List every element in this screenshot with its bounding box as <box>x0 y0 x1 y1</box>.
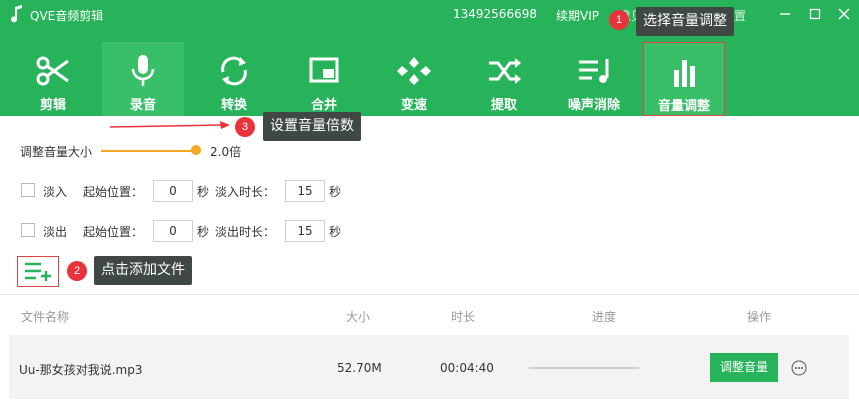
column-header-duration: 时长 <box>451 310 476 324</box>
fade-out-duration-input[interactable]: 15 <box>285 220 325 242</box>
microphone-icon <box>131 55 155 86</box>
fade-in-duration-input[interactable]: 15 <box>285 180 325 202</box>
maximize-icon[interactable] <box>806 5 824 23</box>
fade-out-duration-label: 淡出时长： <box>215 225 276 239</box>
callout-badge-2: 2 <box>67 261 87 281</box>
tool-label: 噪声消除 <box>567 98 620 113</box>
file-size: 52.70M <box>337 361 382 375</box>
fade-out-label: 淡出 <box>43 225 68 239</box>
column-header-progress: 进度 <box>592 310 617 324</box>
fade-in-duration-label: 淡入时长： <box>215 185 276 199</box>
tool-record[interactable]: 录音 <box>102 42 184 116</box>
tool-convert[interactable]: 转换 <box>193 42 275 116</box>
callout-badge-3: 3 <box>235 117 255 137</box>
volume-label: 调整音量大小 <box>20 145 93 159</box>
tool-extract[interactable]: 提取 <box>463 42 545 116</box>
fade-out-checkbox[interactable] <box>21 223 35 237</box>
close-icon[interactable] <box>835 5 853 23</box>
fade-in-start-label: 起始位置： <box>83 185 144 199</box>
tool-speed[interactable]: 变速 <box>373 42 455 116</box>
column-header-action: 操作 <box>747 310 772 324</box>
tool-label: 录音 <box>129 98 156 113</box>
minimize-icon[interactable] <box>776 5 794 23</box>
callout-arrow <box>109 121 230 129</box>
column-header-size: 大小 <box>346 310 371 324</box>
add-file-button[interactable] <box>17 256 59 287</box>
add-list-icon <box>25 262 51 281</box>
progress-bar <box>529 367 639 369</box>
fade-in-duration-unit: 秒 <box>329 185 342 199</box>
callout-tip-2: 点击添加文件 <box>94 256 192 285</box>
fade-in-start-input[interactable]: 0 <box>153 180 193 202</box>
callout-tip-3: 设置音量倍数 <box>263 112 361 141</box>
fade-in-checkbox[interactable] <box>21 183 35 197</box>
tool-noise-removal[interactable]: 噪声消除 <box>553 42 635 116</box>
callout-badge-1: 1 <box>609 10 629 30</box>
volume-value: 2.0倍 <box>210 145 242 159</box>
tool-label: 音量调整 <box>657 99 710 114</box>
more-options-icon[interactable] <box>791 360 807 376</box>
fade-out-duration-unit: 秒 <box>329 225 342 239</box>
merge-icon <box>309 57 339 83</box>
file-name: Uu-那女孩对我说.mp3 <box>19 363 143 377</box>
tool-cut[interactable]: 剪辑 <box>12 42 94 116</box>
convert-icon <box>221 56 247 86</box>
fade-out-start-label: 起始位置： <box>83 225 144 239</box>
volume-slider-track[interactable] <box>101 150 197 152</box>
tool-label: 提取 <box>490 98 517 113</box>
tool-merge[interactable]: 合并 <box>283 42 365 116</box>
extract-icon <box>489 58 521 84</box>
tool-label: 合并 <box>310 98 337 113</box>
app-title: QVE音频剪辑 <box>30 9 104 23</box>
tool-label: 变速 <box>400 98 427 113</box>
divider <box>0 294 859 295</box>
file-duration: 00:04:40 <box>440 361 494 375</box>
scissors-icon <box>36 56 69 86</box>
account-phone[interactable]: 13492566698 <box>453 7 537 21</box>
noise-icon <box>579 59 609 83</box>
fade-out-start-input[interactable]: 0 <box>153 220 193 242</box>
adjust-volume-button[interactable]: 调整音量 <box>710 353 778 382</box>
speed-icon <box>397 57 431 85</box>
fade-in-label: 淡入 <box>43 185 68 199</box>
fade-out-start-unit: 秒 <box>197 225 210 239</box>
volume-slider-knob[interactable] <box>191 145 201 155</box>
tool-label: 剪辑 <box>39 98 66 113</box>
tool-label: 转换 <box>220 98 247 113</box>
callout-tip-1: 选择音量调整 <box>636 7 734 36</box>
column-header-name: 文件名称 <box>21 310 70 324</box>
volume-bars-icon <box>674 60 695 87</box>
music-note-icon <box>11 5 22 23</box>
renew-vip-link[interactable]: 续期VIP <box>556 7 599 24</box>
fade-in-start-unit: 秒 <box>197 185 210 199</box>
tool-volume-adjust[interactable]: 音量调整 <box>643 42 725 116</box>
